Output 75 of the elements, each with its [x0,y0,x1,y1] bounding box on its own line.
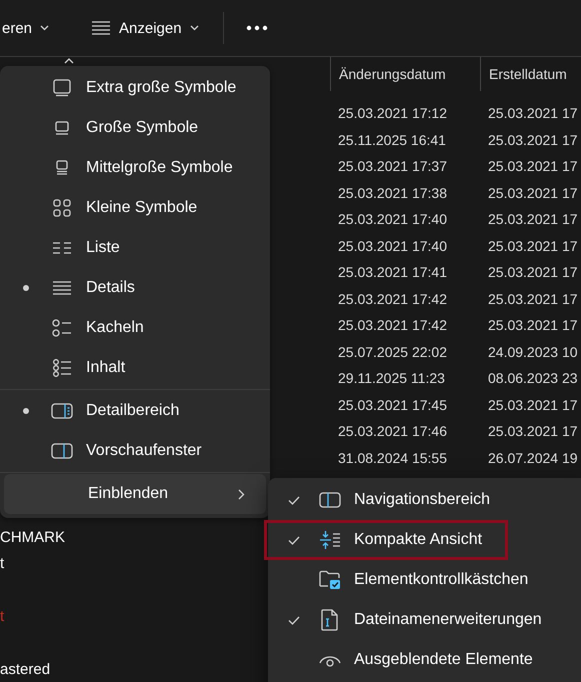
table-cell-text: 25.03.2021 17 [487,236,579,256]
table-cell-text: 25.03.2021 17:42 [337,316,448,336]
lines-icon [91,21,112,35]
column-header[interactable]: Erstelldatum [480,57,581,91]
preview-pane-icon [51,443,73,459]
menu-item[interactable]: Mittelgroße Symbole [0,148,270,188]
menu-item[interactable]: Vorschaufenster [0,431,270,471]
table-cell-text: 25.03.2021 17 [487,157,579,176]
table-cell-text: 26.07.2024 19 [487,448,579,468]
sort-button[interactable]: eren [0,10,60,46]
monitor-icon [53,79,71,97]
monitor-icon [54,120,70,136]
lines-icon [52,281,72,295]
details-pane-icon [51,403,73,419]
table-cell-text: 25.03.2021 17 [487,210,579,230]
table-cell-text: 25.03.2021 17 [487,396,579,415]
table-cell-text: 25.03.2021 17:40 [337,236,448,256]
table-cell-text: 25.03.2021 17:45 [337,396,448,415]
menu-item[interactable]: Große Symbole [0,108,270,148]
column-header[interactable]: Änderungsdatum [330,57,480,91]
file-name: astered [0,661,50,678]
menu-item[interactable]: Kleine Symbole [0,188,270,228]
list-icon [52,241,72,255]
grid-icon [53,199,71,217]
chevron-down-icon [40,25,50,31]
table-cell-text: 25.03.2021 17 [487,422,579,442]
chevron-down-icon [190,25,199,31]
menu-item[interactable]: Extra große Symbole [0,68,270,108]
table-cell-text: 25.03.2021 17 [487,184,579,203]
check-icon [288,496,300,504]
file-name: t [0,608,4,626]
more-icon [246,25,268,31]
table-cell-text: 25.03.2021 17:42 [337,290,448,309]
tiles-icon [52,319,72,337]
table-cell-text: 29.11.2025 11:23 [337,369,446,388]
chevron-right-icon [238,488,245,500]
menu-item[interactable]: Elementkontrollkästchen [264,560,581,600]
monitor-icon [55,160,69,176]
table-cell-text: 25.03.2021 17 [487,104,579,124]
table-cell-text: 25.03.2021 17:40 [337,210,448,230]
menu-item[interactable]: Dateinamenerweiterungen [264,600,581,640]
check-icon [288,616,300,624]
table-cell-text: 31.08.2024 15:55 [337,448,448,468]
submenu-item[interactable]: Einblenden [4,474,266,514]
menu-item[interactable]: Liste [0,228,270,268]
table-cell-text: 25.03.2021 17 [487,263,579,282]
menu-item[interactable]: Kacheln [0,308,270,348]
table-cell-text: 08.06.2023 23 [487,369,579,388]
menu-item[interactable]: Details [0,268,270,308]
menu-item[interactable]: Navigationsbereich [264,480,581,520]
folder-checkbox-icon [319,570,341,590]
table-cell-text: 25.03.2021 17:38 [337,184,448,203]
table-cell-text: 25.03.2021 17:41 [337,263,448,282]
table-cell-text: 24.09.2023 10 [487,342,579,362]
view-button[interactable]: Anzeigen [81,10,209,46]
table-cell-text: 25.03.2021 17:12 [337,104,448,124]
navigation-pane-icon [319,492,341,508]
menu-item[interactable]: Detailbereich [0,391,270,431]
table-cell-text: 25.03.2021 17 [487,290,579,309]
menu-item[interactable]: Kompakte Ansicht [264,520,508,560]
file-name: CHMARK [0,528,66,546]
chevron-up-icon [64,58,74,64]
table-cell-text: 25.03.2021 17:37 [337,157,448,176]
table-cell-text: 25.03.2021 17:46 [337,422,448,442]
menu-item[interactable]: Ausgeblendete Elemente [264,640,581,680]
table-cell-text: 25.07.2025 22:02 [337,342,448,362]
check-icon [288,536,300,544]
file-icon [321,609,339,631]
menu-item[interactable]: Inhalt [0,348,270,388]
table-cell-text: 25.11.2025 16:41 [337,130,447,150]
table-cell-text: 25.03.2021 17 [487,130,579,150]
content-list-icon [52,359,72,377]
compact-view-icon [319,530,341,550]
table-cell-text: 25.03.2021 17 [487,316,579,336]
file-name: t [0,555,4,572]
